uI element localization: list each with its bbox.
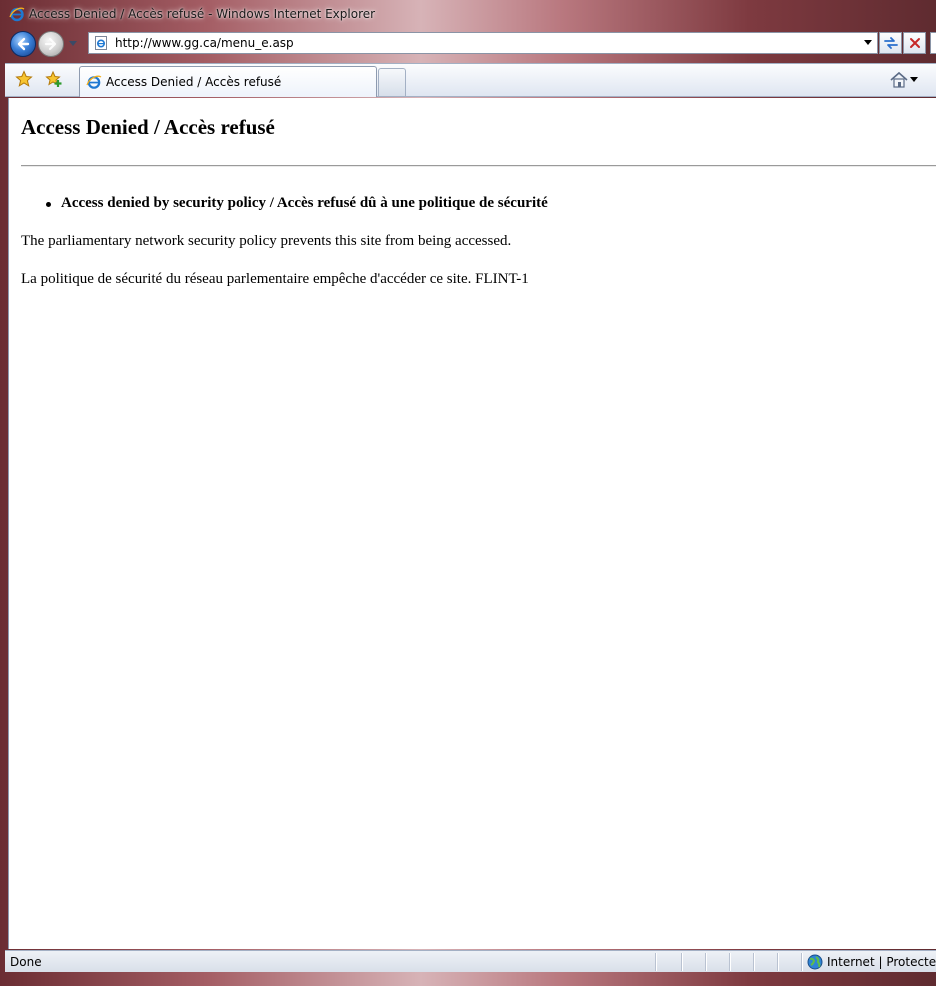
refresh-icon [883, 37, 898, 49]
status-divider [729, 953, 731, 971]
tab-bar: Access Denied / Accès refusé [5, 63, 936, 97]
chevron-down-icon [69, 41, 77, 46]
page-heading: Access Denied / Accès refusé [21, 115, 275, 139]
page-icon [95, 36, 107, 50]
address-row: http://www.gg.ca/menu_e.asp [0, 28, 936, 62]
address-bar[interactable]: http://www.gg.ca/menu_e.asp [88, 32, 878, 54]
back-arrow-icon [17, 37, 30, 51]
globe-icon [807, 954, 823, 970]
browser-window: Access Denied / Accès refusé - Windows I… [0, 0, 936, 986]
stop-button[interactable] [903, 32, 926, 54]
status-divider [681, 953, 683, 971]
tab-label: Access Denied / Accès refusé [106, 75, 282, 89]
zone-text: Internet | Protected Mode: On [827, 955, 936, 969]
ie-page-icon [86, 75, 102, 89]
window-title: Access Denied / Accès refusé - Windows I… [29, 7, 376, 21]
chevron-down-icon [864, 40, 872, 45]
forward-arrow-icon [44, 37, 57, 51]
home-icon [890, 71, 908, 88]
status-divider [753, 953, 755, 971]
message-english: The parliamentary network security polic… [21, 233, 512, 249]
back-button[interactable] [10, 31, 36, 57]
ie-logo-icon [9, 7, 25, 22]
status-divider [777, 953, 779, 971]
refresh-button[interactable] [879, 32, 902, 54]
list-item: Access denied by security policy / Accès… [21, 195, 548, 212]
tab-access-denied[interactable]: Access Denied / Accès refusé [79, 66, 377, 97]
security-zone[interactable]: Internet | Protected Mode: On [807, 954, 936, 970]
status-bar: Done Internet | Protected Mode: On [5, 950, 936, 972]
favorites-star-icon[interactable] [15, 70, 33, 88]
search-box-edge[interactable] [930, 32, 936, 54]
status-divider [801, 953, 803, 971]
status-text: Done [10, 955, 42, 969]
divider [21, 165, 936, 167]
status-divider [705, 953, 707, 971]
url-text[interactable]: http://www.gg.ca/menu_e.asp [115, 36, 859, 50]
reason-text: Access denied by security policy / Accès… [61, 195, 548, 211]
title-bar: Access Denied / Accès refusé - Windows I… [0, 0, 936, 28]
stop-icon [909, 38, 920, 48]
chevron-down-icon [910, 77, 918, 82]
new-tab-button[interactable] [378, 68, 406, 96]
recent-pages-dropdown[interactable] [66, 38, 80, 50]
home-button[interactable] [889, 69, 923, 91]
status-divider [655, 953, 657, 971]
page-content: Access Denied / Accès refusé Access deni… [8, 98, 936, 949]
message-french: La politique de sécurité du réseau parle… [21, 271, 529, 287]
add-favorites-icon[interactable] [45, 70, 63, 88]
address-dropdown[interactable] [859, 33, 877, 53]
reason-list: Access denied by security policy / Accès… [21, 195, 548, 212]
forward-button[interactable] [38, 31, 64, 57]
bullet-icon [46, 202, 51, 207]
